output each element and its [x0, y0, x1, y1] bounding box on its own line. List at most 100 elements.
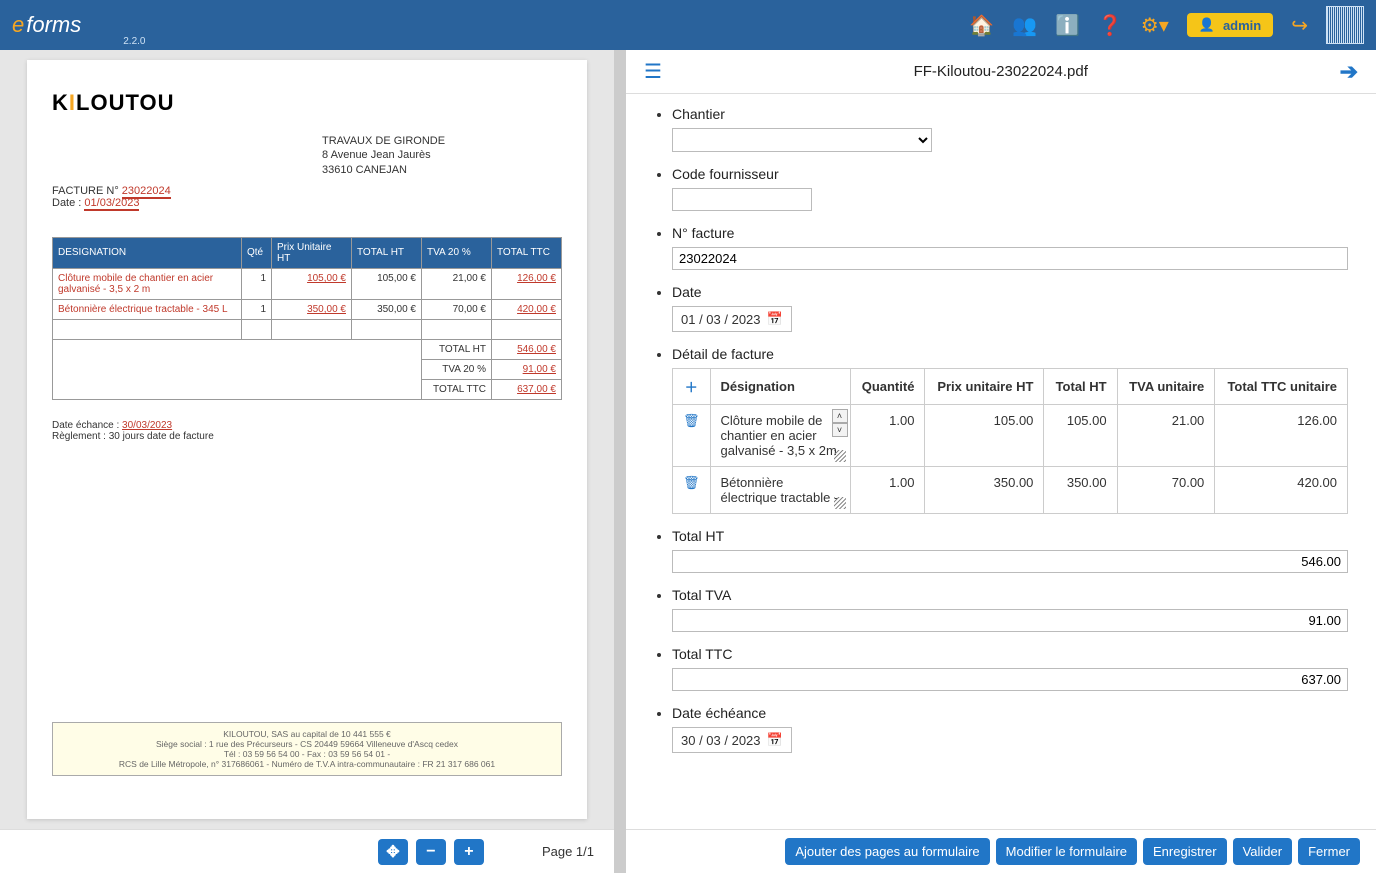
th-tva: TVA 20 %	[422, 237, 492, 268]
barcode-icon[interactable]	[1326, 6, 1364, 44]
modify-form-button[interactable]: Modifier le formulaire	[996, 838, 1137, 865]
det-r1-ttc[interactable]: 126.00	[1215, 405, 1348, 467]
field-label-total-tva: Total TVA	[672, 587, 1348, 603]
form-body: Chantier Code fournisseur N° facture Dat…	[626, 94, 1376, 829]
th-pu: Prix Unitaire HT	[272, 237, 352, 268]
page-indicator: Page 1/1	[542, 844, 594, 859]
pager-bar: ✥ − + Page 1/1	[0, 829, 614, 873]
row2-des: Bétonnière électrique tractable - 345 L	[53, 299, 242, 319]
total-ht-input[interactable]	[672, 550, 1348, 573]
delete-row-button[interactable]: 🗑	[673, 467, 711, 514]
vendor-footer: KILOUTOU, SAS au capital de 10 441 555 €…	[52, 722, 562, 776]
detail-designation-cell[interactable]: Bétonnière électrique tractable -	[710, 467, 850, 514]
foot-line1: KILOUTOU, SAS au capital de 10 441 555 €	[59, 729, 555, 739]
validate-button[interactable]: Valider	[1233, 838, 1293, 865]
code-fournisseur-input[interactable]	[672, 188, 812, 211]
list-icon[interactable]: ☰	[644, 59, 662, 84]
total-ttc-input[interactable]	[672, 668, 1348, 691]
chantier-select[interactable]	[672, 128, 932, 152]
app-version: 2.2.0	[123, 36, 145, 47]
user-icon: 👤	[1199, 17, 1215, 33]
document-viewer: KILOUTOU TRAVAUX DE GIRONDE 8 Avenue Jea…	[0, 50, 614, 829]
echeance-input[interactable]: 30 / 03 / 2023 📅	[672, 727, 792, 753]
users-icon[interactable]: 👥	[1012, 13, 1037, 38]
det-th-tva: TVA unitaire	[1117, 369, 1215, 405]
zoom-in-button[interactable]: +	[454, 839, 484, 865]
topbar: e forms 2.2.0 🏠 👥 ℹ️ ❓ ⚙▾ 👤 admin ↪	[0, 0, 1376, 50]
chevron-down-icon[interactable]: ˅	[832, 423, 848, 437]
field-label-total-ht: Total HT	[672, 528, 1348, 544]
close-button[interactable]: Fermer	[1298, 838, 1360, 865]
totals-tva-label: TVA 20 %	[422, 359, 492, 379]
foot-line4: RCS de Lille Métropole, n° 317686061 - N…	[59, 759, 555, 769]
field-label-echeance: Date échéance	[672, 705, 1348, 721]
row-stepper[interactable]: ˄˅	[832, 409, 848, 437]
nfacture-input[interactable]	[672, 247, 1348, 270]
zoom-out-button[interactable]: −	[416, 839, 446, 865]
resize-grip-icon[interactable]	[834, 497, 846, 509]
det-r2-ttc[interactable]: 420.00	[1215, 467, 1348, 514]
info-icon[interactable]: ℹ️	[1055, 13, 1080, 38]
add-row-button[interactable]: ＋	[673, 369, 711, 405]
fit-page-button[interactable]: ✥	[378, 839, 408, 865]
det-r2-tot[interactable]: 350.00	[1044, 467, 1117, 514]
chevron-up-icon[interactable]: ˄	[832, 409, 848, 423]
totals-ttc-value: 637,00 €	[492, 379, 562, 399]
user-button[interactable]: 👤 admin	[1187, 13, 1273, 37]
row1-des: Clôture mobile de chantier en acier galv…	[53, 268, 242, 299]
det-r2-des: Bétonnière électrique tractable -	[721, 475, 839, 505]
detail-row: 🗑 Clôture mobile de chantier en acier ga…	[673, 405, 1348, 467]
date-input[interactable]: 01 / 03 / 2023 📅	[672, 306, 792, 332]
document-page: KILOUTOU TRAVAUX DE GIRONDE 8 Avenue Jea…	[27, 60, 587, 819]
echeance-value: 30 / 03 / 2023	[681, 733, 761, 748]
detail-designation-cell[interactable]: Clôture mobile de chantier en acier galv…	[710, 405, 850, 467]
row1-ttc: 126,00 €	[492, 268, 562, 299]
due-and-payment: Date échance : 30/03/2023 Règlement : 30…	[52, 420, 562, 442]
field-label-detail: Détail de facture	[672, 346, 1348, 362]
det-r1-tot[interactable]: 105.00	[1044, 405, 1117, 467]
row2-ttc: 420,00 €	[492, 299, 562, 319]
det-r2-tva[interactable]: 70.00	[1117, 467, 1215, 514]
logo-e: e	[12, 12, 24, 38]
th-qty: Qté	[242, 237, 272, 268]
det-th-pu: Prix unitaire HT	[925, 369, 1044, 405]
invoice-row: Clôture mobile de chantier en acier galv…	[53, 268, 562, 299]
logout-icon[interactable]: ↪	[1291, 13, 1308, 38]
calendar-icon: 📅	[767, 311, 783, 327]
due-value: 30/03/2023	[122, 420, 172, 431]
totals-tva-value: 91,00 €	[492, 359, 562, 379]
totals-ht-value: 546,00 €	[492, 339, 562, 359]
row2-qte: 1	[242, 299, 272, 319]
addr-line2: 8 Avenue Jean Jaurès	[322, 148, 562, 162]
date-value: 01 / 03 / 2023	[681, 312, 761, 327]
detail-row: 🗑 Bétonnière électrique tractable - 1.00…	[673, 467, 1348, 514]
det-th-qty: Quantité	[850, 369, 925, 405]
action-bar: Ajouter des pages au formulaire Modifier…	[626, 829, 1376, 873]
calendar-icon: 📅	[767, 732, 783, 748]
home-icon[interactable]: 🏠	[969, 13, 994, 38]
settings-icon[interactable]: ⚙▾	[1141, 13, 1169, 38]
invoice-date-value: 01/03/2023	[84, 197, 139, 211]
save-button[interactable]: Enregistrer	[1143, 838, 1227, 865]
row1-tva: 21,00 €	[422, 268, 492, 299]
invoice-ref: FACTURE N° 23022024 Date : 01/03/2023	[52, 185, 562, 209]
detail-table: ＋ Désignation Quantité Prix unitaire HT …	[672, 368, 1348, 514]
det-r2-pu[interactable]: 350.00	[925, 467, 1044, 514]
vendor-logo: KILOUTOU	[52, 90, 562, 116]
row2-pu: 350,00 €	[272, 299, 352, 319]
row1-qte: 1	[242, 268, 272, 299]
total-tva-input[interactable]	[672, 609, 1348, 632]
th-designation: DESIGNATION	[53, 237, 242, 268]
user-label: admin	[1223, 18, 1261, 33]
recipient-address: TRAVAUX DE GIRONDE 8 Avenue Jean Jaurès …	[322, 134, 562, 177]
det-r1-qte[interactable]: 1.00	[850, 405, 925, 467]
det-r2-qte[interactable]: 1.00	[850, 467, 925, 514]
det-r1-tva[interactable]: 21.00	[1117, 405, 1215, 467]
det-r1-pu[interactable]: 105.00	[925, 405, 1044, 467]
add-pages-button[interactable]: Ajouter des pages au formulaire	[785, 838, 989, 865]
resize-grip-icon[interactable]	[834, 450, 846, 462]
next-arrow-icon[interactable]: ➔	[1340, 59, 1358, 85]
det-th-ttc: Total TTC unitaire	[1215, 369, 1348, 405]
help-icon[interactable]: ❓	[1098, 13, 1123, 38]
delete-row-button[interactable]: 🗑	[673, 405, 711, 467]
